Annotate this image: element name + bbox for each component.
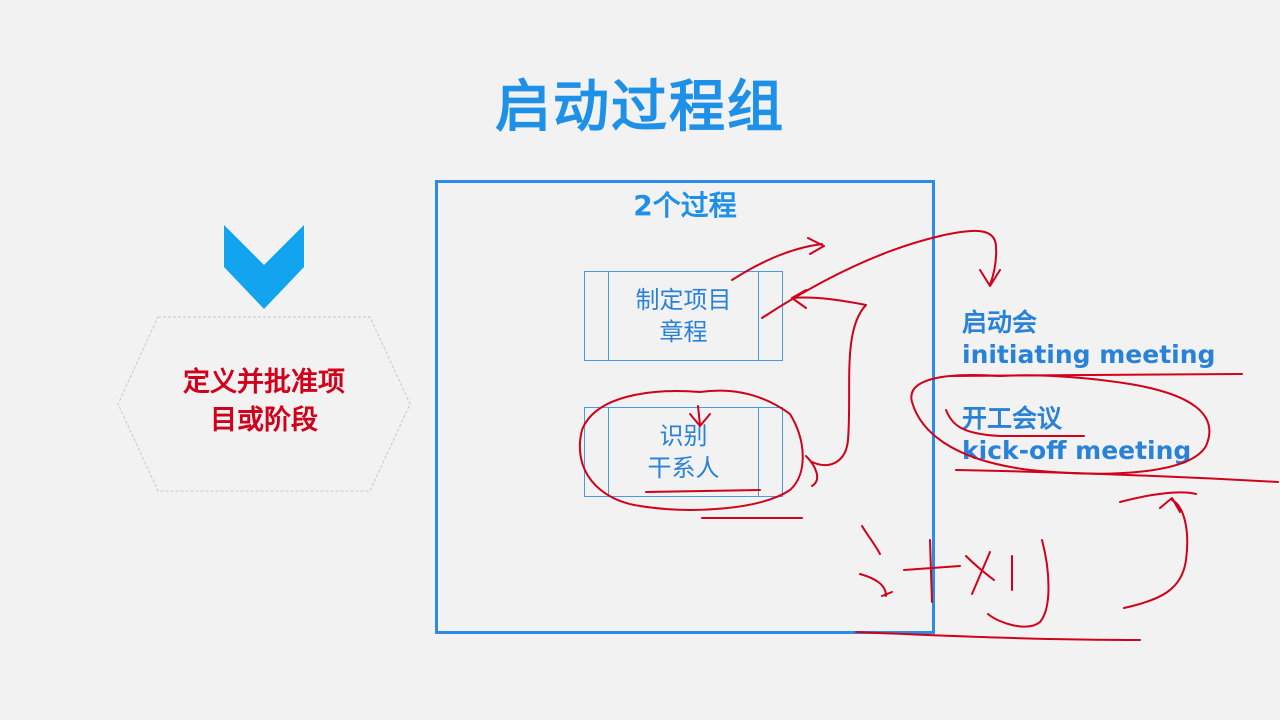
- process-bar-right: [758, 408, 782, 496]
- note-kickoff-en: initiating meeting: [962, 340, 1216, 369]
- process-label: 识别 干系人: [609, 420, 758, 484]
- hexagon-text-line1: 定义并批准项: [183, 367, 345, 398]
- process-identify-stakeholders: 识别 干系人: [584, 407, 783, 497]
- process-develop-charter: 制定项目 章程: [584, 271, 783, 361]
- chevron-down-icon: [224, 225, 304, 309]
- annotation-underline-kickoff: [955, 469, 1279, 483]
- hexagon-text-line2: 目或阶段: [210, 405, 318, 436]
- process-label: 制定项目 章程: [609, 284, 758, 348]
- annotation-underline-initiating: [949, 373, 1243, 377]
- box-title: 2个过程: [633, 189, 737, 222]
- process-bar-right: [758, 272, 782, 360]
- note-kickoff-cn: 启动会: [962, 308, 1038, 337]
- process-label-line2: 章程: [659, 318, 708, 346]
- note-startup-cn: 开工会议: [962, 404, 1063, 433]
- process-bar-left: [585, 272, 609, 360]
- process-label-line2: 干系人: [647, 454, 720, 482]
- process-bar-left: [585, 408, 609, 496]
- process-label-line1: 识别: [659, 422, 708, 450]
- slide-title: 启动过程组: [495, 75, 785, 140]
- note-startup-en: kick-off meeting: [962, 436, 1192, 465]
- hexagon-text: 定义并批准项 目或阶段: [117, 364, 411, 440]
- process-label-line1: 制定项目: [635, 286, 732, 314]
- annotation-right-curve: [1119, 491, 1197, 609]
- annotation-plan-hua: [965, 539, 1050, 628]
